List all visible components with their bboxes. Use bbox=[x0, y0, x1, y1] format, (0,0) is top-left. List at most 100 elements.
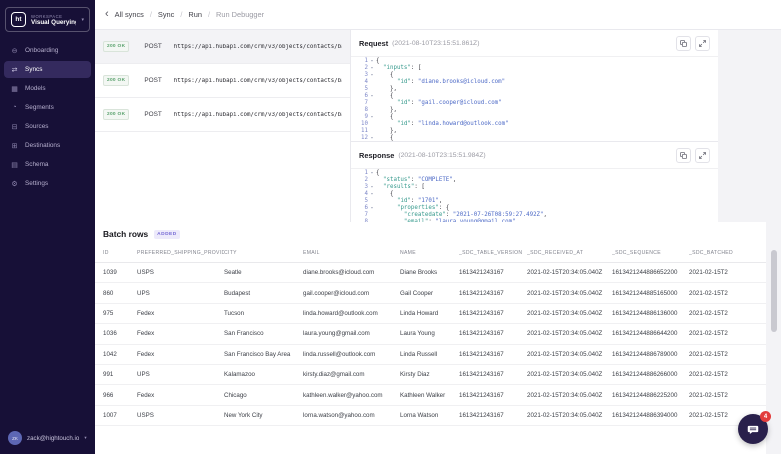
breadcrumb-separator: / bbox=[150, 10, 152, 19]
breadcrumb-run[interactable]: Run bbox=[188, 10, 202, 19]
batch-rows-title: Batch rows bbox=[103, 229, 148, 239]
sidebar-nav: ⊖ Onboarding ⇄ Syncs ▦ Models ◔ Segments… bbox=[0, 42, 95, 192]
cell-id: 975 bbox=[103, 310, 137, 317]
unread-count-badge: 4 bbox=[760, 411, 771, 422]
table-row[interactable]: 1007 USPS New York City lorna.watson@yah… bbox=[95, 406, 766, 426]
table-row[interactable]: 975 Fedex Tucson linda.howard@outlook.co… bbox=[95, 304, 766, 324]
cell-id: 860 bbox=[103, 290, 137, 297]
cell-sequence: 1613421244885165000 bbox=[612, 290, 689, 297]
cell-name: Diane Brooks bbox=[400, 269, 459, 276]
cell-batched-at: 2021-02-15T2 bbox=[689, 310, 766, 317]
column-header: EMAIL bbox=[303, 250, 400, 256]
request-pane-header: Request (2021-08-10T23:15:51.861Z) bbox=[351, 30, 718, 56]
settings-icon: ⚙ bbox=[10, 180, 19, 188]
onboarding-icon: ⊖ bbox=[10, 47, 19, 55]
destinations-icon: ⊞ bbox=[10, 142, 19, 150]
back-chevron-icon[interactable]: ‹ bbox=[105, 9, 109, 20]
cell-name: Kirsty Diaz bbox=[400, 371, 459, 378]
user-menu[interactable]: ZK zack@hightouch.io ▾ bbox=[8, 431, 87, 445]
request-row[interactable]: 200 OK POST https://api.hubapi.com/crm/v… bbox=[95, 30, 350, 64]
cell-name: Lorna Watson bbox=[400, 412, 459, 419]
status-badge: 200 OK bbox=[103, 75, 129, 86]
status-badge: 200 OK bbox=[103, 41, 129, 52]
cell-table-version: 1613421243167 bbox=[459, 351, 527, 358]
cell-received-at: 2021-02-15T20:34:05.040Z bbox=[527, 269, 612, 276]
cell-received-at: 2021-02-15T20:34:05.040Z bbox=[527, 412, 612, 419]
breadcrumb-separator: / bbox=[180, 10, 182, 19]
request-body-editor[interactable]: 1▾{2▾ "inputs": [3▾ {4 "id": "diane.broo… bbox=[351, 56, 718, 141]
request-url: https://api.hubapi.com/crm/v3/objects/co… bbox=[174, 78, 342, 84]
column-header: PREFERRED_SHIPPING_PROVIDER bbox=[137, 250, 224, 256]
column-header: _SDC_TABLE_VERSION bbox=[459, 250, 527, 256]
table-row[interactable]: 1042 Fedex San Francisco Bay Area linda.… bbox=[95, 345, 766, 365]
cell-name: Kathleen Walker bbox=[400, 392, 459, 399]
sidebar-item-syncs[interactable]: ⇄ Syncs bbox=[4, 61, 91, 78]
cell-city: Budapest bbox=[224, 290, 303, 297]
column-header: ID bbox=[103, 250, 137, 256]
request-row[interactable]: 200 OK POST https://api.hubapi.com/crm/v… bbox=[95, 98, 350, 132]
cell-id: 1007 bbox=[103, 412, 137, 419]
cell-sequence: 1613421244886644200 bbox=[612, 330, 689, 337]
cell-sequence: 1613421244886394000 bbox=[612, 412, 689, 419]
sources-icon: ⊟ bbox=[10, 123, 19, 131]
request-detail-panel: Request (2021-08-10T23:15:51.861Z) 1▾{2▾… bbox=[351, 30, 718, 245]
sidebar-item-destinations[interactable]: ⊞ Destinations bbox=[4, 137, 91, 154]
table-row[interactable]: 860 UPS Budapest gail.cooper@icloud.com … bbox=[95, 283, 766, 303]
cell-table-version: 1613421243167 bbox=[459, 310, 527, 317]
sidebar-item-label: Destinations bbox=[25, 142, 60, 149]
http-method: POST bbox=[144, 43, 161, 50]
chat-bubble-icon bbox=[746, 422, 760, 436]
sidebar-item-label: Models bbox=[25, 85, 46, 92]
cell-email: linda.russell@outlook.com bbox=[303, 351, 400, 358]
table-row[interactable]: 1039 USPS Seatle diane.brooks@icloud.com… bbox=[95, 263, 766, 283]
request-url: https://api.hubapi.com/crm/v3/objects/co… bbox=[174, 112, 342, 118]
sidebar-item-settings[interactable]: ⚙ Settings bbox=[4, 175, 91, 192]
table-row[interactable]: 1036 Fedex San Francisco laura.young@gma… bbox=[95, 324, 766, 344]
expand-button[interactable] bbox=[695, 36, 710, 51]
cell-batched-at: 2021-02-15T2 bbox=[689, 371, 766, 378]
cell-table-version: 1613421243167 bbox=[459, 269, 527, 276]
cell-shipping-provider: Fedex bbox=[137, 310, 224, 317]
cell-id: 1036 bbox=[103, 330, 137, 337]
breadcrumb-sync[interactable]: Sync bbox=[158, 10, 174, 19]
copy-button[interactable] bbox=[676, 36, 691, 51]
vertical-scrollbar[interactable] bbox=[771, 250, 777, 332]
cell-email: kathleen.walker@yahoo.com bbox=[303, 392, 400, 399]
sidebar-item-schema[interactable]: ▤ Schema bbox=[4, 156, 91, 173]
cell-batched-at: 2021-02-15T2 bbox=[689, 392, 766, 399]
models-icon: ▦ bbox=[10, 85, 19, 93]
chat-widget-button[interactable]: 4 bbox=[738, 414, 768, 444]
cell-email: lorna.watson@yahoo.com bbox=[303, 412, 400, 419]
workspace-selector[interactable]: ht WORKSPACE Visual Querying D... ▾ bbox=[5, 7, 90, 32]
cell-received-at: 2021-02-15T20:34:05.040Z bbox=[527, 330, 612, 337]
cell-sequence: 1613421244886652200 bbox=[612, 269, 689, 276]
cell-shipping-provider: USPS bbox=[137, 412, 224, 419]
cell-name: Laura Young bbox=[400, 330, 459, 337]
batch-rows-section: Batch rows ADDED ID PREFERRED_SHIPPING_P… bbox=[95, 222, 766, 454]
cell-received-at: 2021-02-15T20:34:05.040Z bbox=[527, 290, 612, 297]
user-email: zack@hightouch.io bbox=[27, 435, 79, 442]
expand-button[interactable] bbox=[695, 148, 710, 163]
sidebar-item-label: Schema bbox=[25, 161, 48, 168]
response-timestamp: (2021-08-10T23:15:51.984Z) bbox=[398, 152, 485, 159]
copy-button[interactable] bbox=[676, 148, 691, 163]
table-row[interactable]: 991 UPS Kalamazoo kirsty.diaz@gmail.com … bbox=[95, 365, 766, 385]
request-url: https://api.hubapi.com/crm/v3/objects/co… bbox=[174, 44, 342, 50]
cell-received-at: 2021-02-15T20:34:05.040Z bbox=[527, 392, 612, 399]
request-title: Request bbox=[359, 39, 388, 48]
cell-city: Chicago bbox=[224, 392, 303, 399]
cell-shipping-provider: Fedex bbox=[137, 351, 224, 358]
sidebar-item-models[interactable]: ▦ Models bbox=[4, 80, 91, 97]
cell-email: kirsty.diaz@gmail.com bbox=[303, 371, 400, 378]
sidebar-item-segments[interactable]: ◔ Segments bbox=[4, 99, 91, 116]
table-row[interactable]: 966 Fedex Chicago kathleen.walker@yahoo.… bbox=[95, 385, 766, 405]
sidebar-item-onboarding[interactable]: ⊖ Onboarding bbox=[4, 42, 91, 59]
breadcrumb-all-syncs[interactable]: All syncs bbox=[115, 10, 144, 19]
cell-table-version: 1613421243167 bbox=[459, 371, 527, 378]
request-row[interactable]: 200 OK POST https://api.hubapi.com/crm/v… bbox=[95, 64, 350, 98]
avatar: ZK bbox=[8, 431, 22, 445]
sidebar-item-label: Sources bbox=[25, 123, 48, 130]
cell-received-at: 2021-02-15T20:34:05.040Z bbox=[527, 371, 612, 378]
cell-id: 1039 bbox=[103, 269, 137, 276]
sidebar-item-sources[interactable]: ⊟ Sources bbox=[4, 118, 91, 135]
